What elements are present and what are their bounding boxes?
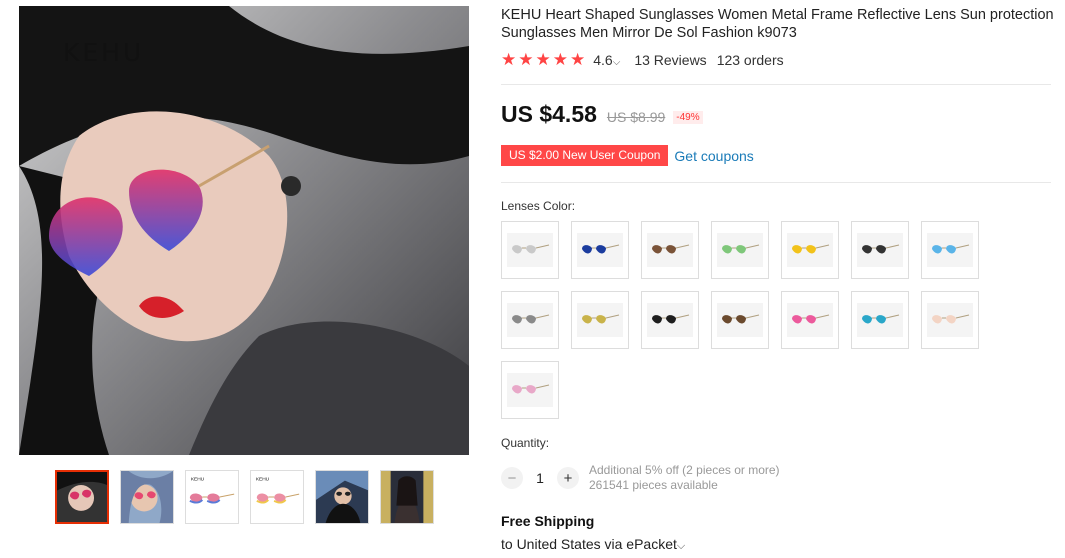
current-price: US $4.58: [501, 101, 597, 127]
sunglasses-icon: [927, 233, 973, 267]
sunglasses-icon: [717, 233, 763, 267]
chevron-down-icon: ⌵: [612, 56, 621, 68]
thumbnail-4[interactable]: KEHU: [250, 470, 304, 524]
original-price: US $8.99: [606, 109, 666, 125]
chevron-down-icon: ⌵: [676, 540, 686, 552]
stock-available-text: 261541 pieces available: [589, 478, 718, 492]
get-coupons-link[interactable]: Get coupons: [674, 148, 753, 164]
rating-row: ★ ★ ★ ★ ★ 4.6⌵ 13 Reviews 123 orders: [501, 51, 784, 68]
sunglasses-icon: [577, 233, 623, 267]
sunglasses-icon: [787, 233, 833, 267]
discount-badge: -49%: [673, 111, 703, 124]
divider: [501, 182, 1051, 183]
sunglasses-icon: [787, 303, 833, 337]
thumbnail-2[interactable]: [120, 470, 174, 524]
star-icon: ★: [501, 50, 517, 69]
lens-color-swatch[interactable]: [921, 221, 979, 279]
shipping-destination[interactable]: to United States via ePacket⌵: [501, 536, 685, 553]
quantity-stepper: − 1 + Additional 5% off (2 pieces or mor…: [501, 463, 780, 493]
shipping-destination-text: to United States via ePacket: [501, 536, 677, 552]
lens-color-swatch[interactable]: [781, 291, 839, 349]
thumbnail-3[interactable]: KEHU: [185, 470, 239, 524]
thumbnail-1[interactable]: [55, 470, 109, 524]
lens-color-swatch[interactable]: [501, 221, 559, 279]
svg-text:KEHU: KEHU: [191, 477, 205, 483]
product-title: KEHU Heart Shaped Sunglasses Women Metal…: [501, 7, 1054, 41]
svg-text:KEHU: KEHU: [256, 477, 270, 483]
rating-number: 4.6: [593, 51, 613, 68]
lens-color-swatch[interactable]: [571, 291, 629, 349]
reviews-link[interactable]: 13 Reviews: [634, 52, 706, 68]
brand-logo: KEHU: [63, 38, 145, 67]
sunglasses-icon: [647, 233, 693, 267]
quantity-label: Quantity:: [501, 436, 550, 450]
quantity-value[interactable]: 1: [523, 470, 557, 486]
lens-color-swatch[interactable]: [501, 291, 559, 349]
sunglasses-icon: [577, 303, 623, 337]
lens-color-swatch[interactable]: [641, 221, 699, 279]
sunglasses-icon: [927, 303, 973, 337]
sunglasses-icon: [507, 303, 553, 337]
rating-stars: ★ ★ ★ ★ ★: [501, 51, 585, 68]
rating-value[interactable]: 4.6⌵: [593, 52, 620, 68]
lens-color-swatch[interactable]: [711, 291, 769, 349]
bulk-discount-text: Additional 5% off (2 pieces or more): [589, 463, 780, 477]
sunglasses-icon: [647, 303, 693, 337]
new-user-coupon[interactable]: US $2.00 New User Coupon: [501, 145, 669, 166]
shipping-title: Free Shipping: [501, 513, 595, 529]
star-icon: ★: [535, 50, 551, 69]
main-product-image[interactable]: KEHU: [19, 6, 469, 455]
lens-color-swatches: [501, 221, 991, 419]
thumbnail-5[interactable]: [315, 470, 369, 524]
sunglasses-icon: [857, 303, 903, 337]
lens-color-swatch[interactable]: [851, 221, 909, 279]
sunglasses-icon: [717, 303, 763, 337]
lens-color-swatch[interactable]: [501, 361, 559, 419]
thumbnail-6[interactable]: [380, 470, 434, 524]
star-icon: ★: [552, 50, 568, 69]
lens-color-swatch[interactable]: [641, 291, 699, 349]
sunglasses-icon: [507, 233, 553, 267]
price-row: US $4.58 US $8.99 -49%: [501, 101, 703, 128]
coupon-row: US $2.00 New User Coupon Get coupons: [501, 145, 754, 166]
lens-color-swatch[interactable]: [711, 221, 769, 279]
sunglasses-icon: [857, 233, 903, 267]
lens-color-swatch[interactable]: [571, 221, 629, 279]
sunglasses-icon: [507, 373, 553, 407]
divider: [501, 84, 1051, 85]
lens-color-swatch[interactable]: [851, 291, 909, 349]
lens-color-swatch[interactable]: [921, 291, 979, 349]
star-icon: ★: [518, 50, 534, 69]
lens-color-swatch[interactable]: [781, 221, 839, 279]
star-icon: ★: [570, 50, 586, 69]
decrease-quantity-button[interactable]: −: [501, 467, 523, 489]
orders-count: 123 orders: [716, 51, 784, 68]
increase-quantity-button[interactable]: +: [557, 467, 579, 489]
lenses-color-label: Lenses Color:: [501, 199, 576, 213]
thumbnail-strip: KEHU KEHU: [55, 470, 434, 524]
quantity-info: Additional 5% off (2 pieces or more) 261…: [589, 463, 780, 493]
